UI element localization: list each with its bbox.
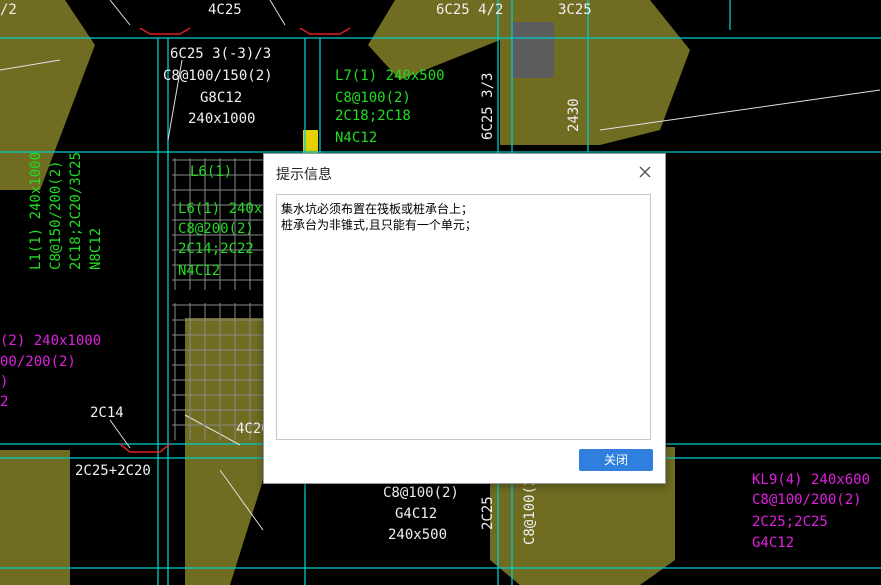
- cad-label: L7(1) 240x500: [335, 68, 445, 84]
- close-icon[interactable]: [635, 162, 655, 182]
- dialog-title: 提示信息: [276, 167, 332, 183]
- cad-label: L6(1): [190, 164, 232, 180]
- slab-region: [185, 318, 263, 585]
- message-textbox[interactable]: 集水坑必须布置在筏板或桩承台上； 桩承台为非锥式,且只能有一个单元；: [276, 194, 651, 440]
- cad-label: C8@200(2): [178, 221, 254, 237]
- cad-label: C8@100/150(2): [163, 68, 273, 84]
- cad-label: 6C25 4/2: [436, 2, 503, 18]
- close-button[interactable]: 关闭: [579, 449, 653, 471]
- cad-label: 4C25: [208, 2, 242, 18]
- cad-label: 2C25;2C25: [752, 514, 828, 530]
- cad-label: 3C25: [558, 2, 592, 18]
- cad-label: C8@100(2): [383, 485, 459, 501]
- cad-label: 6C25 3(-3)/3: [170, 46, 271, 62]
- cad-label: ): [0, 374, 8, 390]
- cad-label: N4C12: [178, 263, 220, 279]
- cad-label: 2C18;2C20/3C25: [68, 152, 84, 270]
- cad-label: N8C12: [88, 228, 104, 270]
- cad-label: (2) 240x1000: [0, 333, 101, 349]
- cad-label: 240x500: [388, 527, 447, 543]
- cad-label: 2C25: [480, 496, 496, 530]
- cad-label: 2C14;2C22: [178, 241, 254, 257]
- cad-label: 2: [0, 394, 8, 410]
- cad-label: C8@100/200(2): [752, 492, 862, 508]
- message-line: 集水坑必须布置在筏板或桩承台上；: [281, 202, 474, 216]
- cad-label: 2C25+2C20: [75, 463, 151, 479]
- cad-label: C8@150/200(2): [48, 160, 64, 270]
- column-block: [512, 22, 554, 78]
- cad-label: 2430: [566, 98, 582, 132]
- cad-label: G4C12: [752, 535, 794, 551]
- message-line: 桩承台为非锥式,且只能有一个单元；: [281, 218, 477, 232]
- message-dialog: 提示信息 集水坑必须布置在筏板或桩承台上； 桩承台为非锥式,且只能有一个单元； …: [263, 153, 666, 484]
- cad-label: 240x1000: [188, 111, 255, 127]
- cad-label: 6C25 3/3: [480, 73, 496, 140]
- slab-region: [0, 450, 70, 585]
- cad-label: L1(1) 240x1000: [28, 152, 44, 270]
- cad-label: /2: [0, 2, 17, 18]
- cad-label: G8C12: [200, 90, 242, 106]
- cad-label: G4C12: [395, 506, 437, 522]
- cad-label: 2C18;2C18: [335, 108, 411, 124]
- cad-label: KL9(4) 240x600: [752, 472, 870, 488]
- cad-label: N4C12: [335, 130, 377, 146]
- cad-label: 00/200(2): [0, 354, 76, 370]
- cad-label: 2C14: [90, 405, 124, 421]
- cad-label: C8@100(2): [335, 90, 411, 106]
